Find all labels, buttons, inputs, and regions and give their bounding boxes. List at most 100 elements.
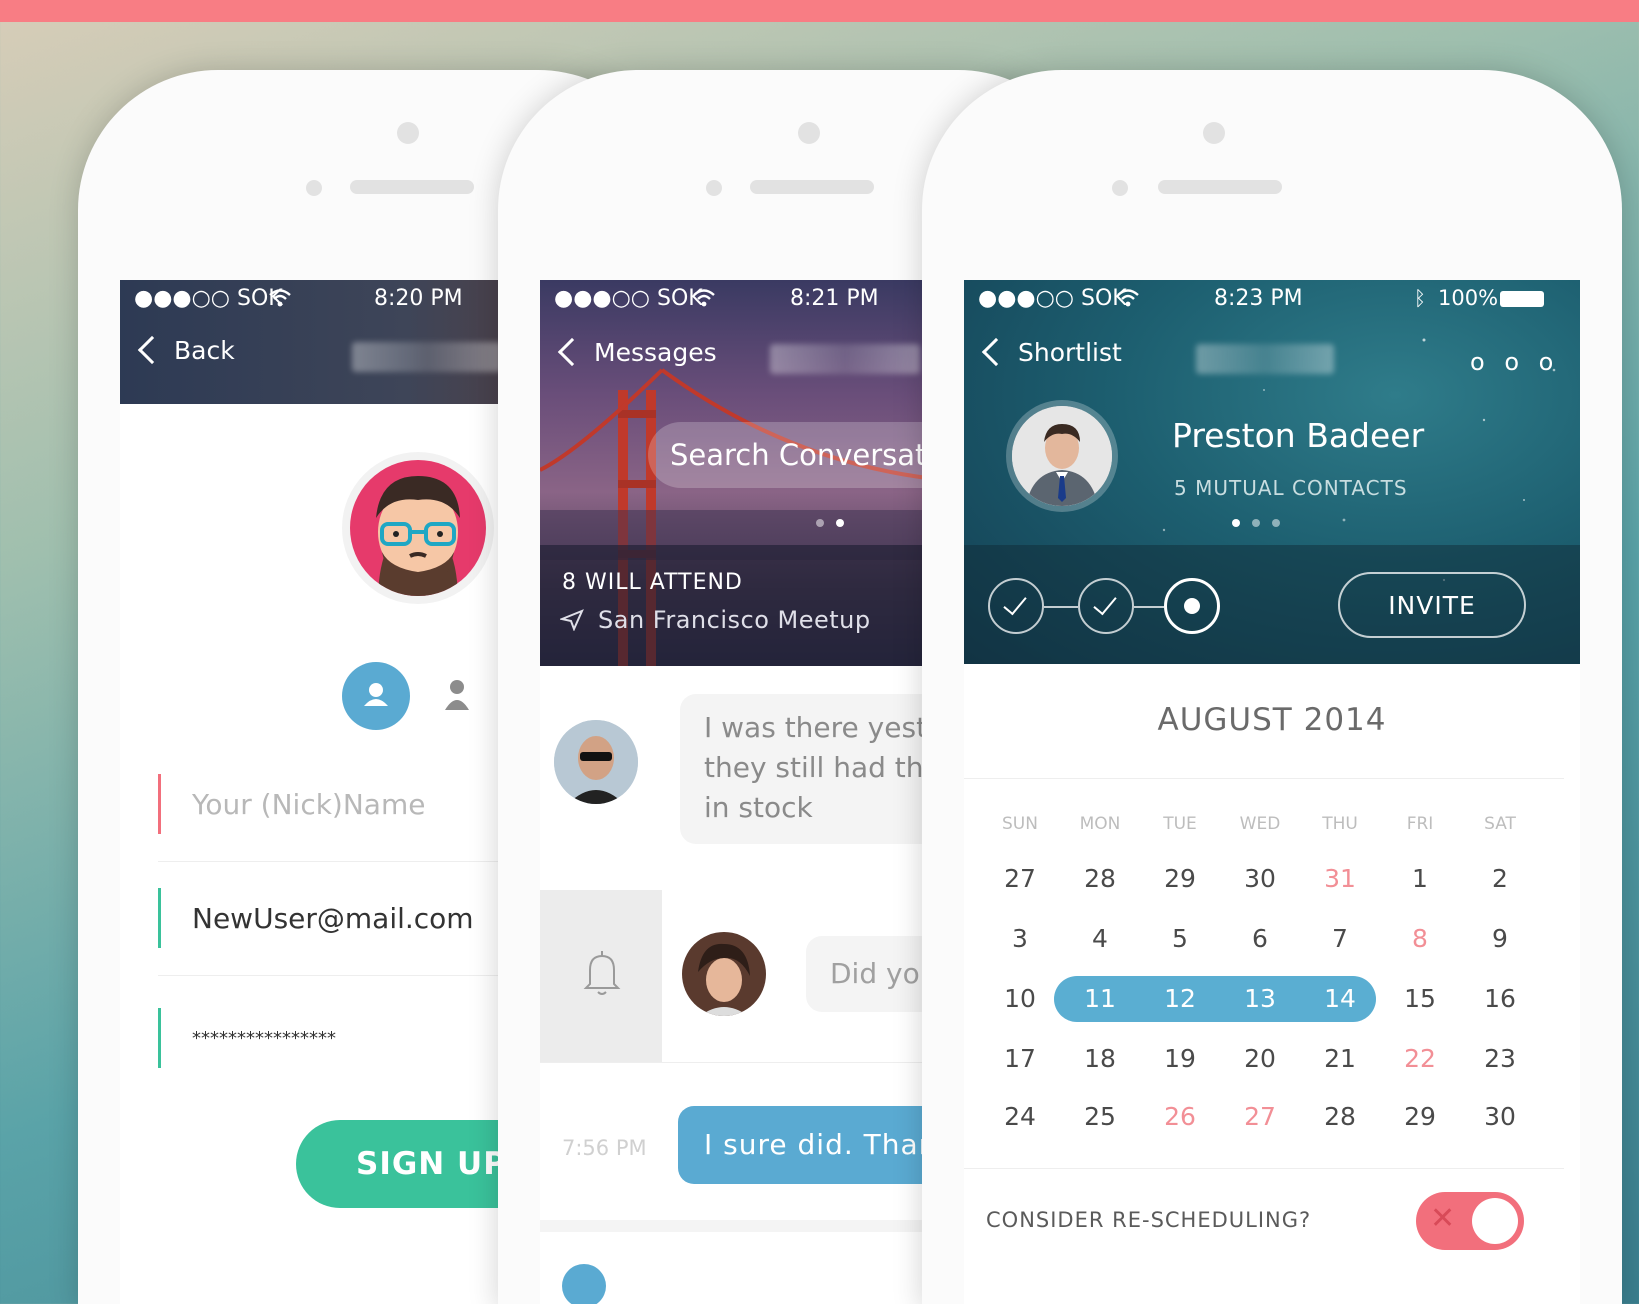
calendar-day[interactable]: 9 bbox=[1460, 924, 1540, 953]
calendar-day[interactable]: 23 bbox=[1460, 1044, 1540, 1073]
nav-title-blurred bbox=[1196, 344, 1334, 374]
wifi-icon bbox=[268, 288, 292, 314]
calendar-day[interactable]: 30 bbox=[1220, 864, 1300, 893]
calendar-day[interactable]: 13 bbox=[1220, 984, 1300, 1013]
status-time: 8:20 PM bbox=[374, 286, 463, 311]
calendar-day[interactable]: 4 bbox=[1060, 924, 1140, 953]
back-label: Shortlist bbox=[1018, 338, 1122, 367]
page-dot bbox=[1272, 519, 1280, 527]
reschedule-toggle[interactable]: ✕ bbox=[1416, 1192, 1524, 1250]
invite-screen: ●●●○○ SOK 8:23 PM ᛒ 100% Shortlist o o o bbox=[964, 280, 1580, 1304]
calendar-day[interactable]: 5 bbox=[1140, 924, 1220, 953]
bell-icon bbox=[583, 951, 621, 995]
calendar-day[interactable]: 16 bbox=[1460, 984, 1540, 1013]
sensor bbox=[1112, 180, 1128, 196]
calendar-day[interactable]: 29 bbox=[1380, 1102, 1460, 1131]
mutual-contacts[interactable]: 5 MUTUAL CONTACTS bbox=[1174, 476, 1408, 500]
divider bbox=[964, 1168, 1564, 1169]
avatar[interactable] bbox=[554, 720, 638, 804]
name-input[interactable]: Your (Nick)Name bbox=[192, 788, 425, 821]
calendar-day[interactable]: 7 bbox=[1300, 924, 1380, 953]
weekday-label: MON bbox=[1079, 814, 1121, 834]
page-dot bbox=[816, 519, 824, 527]
calendar-day[interactable]: 11 bbox=[1060, 984, 1140, 1013]
calendar-day[interactable]: 28 bbox=[1300, 1102, 1380, 1131]
back-button[interactable]: Back bbox=[137, 335, 235, 365]
signal-indicator: ●●●○○ SOK bbox=[134, 286, 283, 311]
avatar[interactable] bbox=[562, 1264, 606, 1304]
bluetooth-icon: ᛒ bbox=[1414, 286, 1426, 310]
signal-indicator: ●●●○○ SOK bbox=[554, 286, 703, 311]
weekday-label: SUN bbox=[1002, 814, 1038, 834]
calendar-day[interactable]: 24 bbox=[980, 1102, 1060, 1131]
calendar-day[interactable]: 26 bbox=[1140, 1102, 1220, 1131]
weekday-label: TUE bbox=[1163, 814, 1197, 834]
step-connector bbox=[1134, 606, 1164, 608]
field-indicator-red bbox=[158, 774, 161, 834]
calendar-day[interactable]: 14 bbox=[1300, 984, 1380, 1013]
field-indicator-green bbox=[158, 888, 161, 948]
profile-name: Preston Badeer bbox=[1172, 416, 1425, 455]
calendar-day[interactable]: 18 bbox=[1060, 1044, 1140, 1073]
calendar-day[interactable]: 28 bbox=[1060, 864, 1140, 893]
back-button[interactable]: Messages bbox=[557, 337, 717, 367]
battery-percent: 100% bbox=[1438, 286, 1499, 310]
calendar-day[interactable]: 25 bbox=[1060, 1102, 1140, 1131]
person-icon bbox=[445, 680, 469, 710]
status-bar: ●●●○○ SOK 8:23 PM ᛒ 100% bbox=[964, 280, 1580, 320]
attendance-count: 8 WILL ATTEND bbox=[562, 570, 743, 595]
avatar[interactable] bbox=[682, 932, 766, 1016]
calendar-day[interactable]: 31 bbox=[1300, 864, 1380, 893]
calendar-day[interactable]: 29 bbox=[1140, 864, 1220, 893]
step-1-complete[interactable] bbox=[988, 578, 1044, 634]
sensor bbox=[706, 180, 722, 196]
back-label: Back bbox=[174, 336, 235, 365]
calendar-day[interactable]: 30 bbox=[1460, 1102, 1540, 1131]
nav-title-blurred bbox=[352, 342, 502, 372]
page-dots bbox=[816, 512, 856, 531]
calendar-day[interactable]: 8 bbox=[1380, 924, 1460, 953]
notification-cell[interactable] bbox=[540, 890, 662, 1062]
user-icon bbox=[364, 683, 388, 706]
calendar-day[interactable]: 12 bbox=[1140, 984, 1220, 1013]
calendar-day[interactable]: 27 bbox=[1220, 1102, 1300, 1131]
calendar-day[interactable]: 3 bbox=[980, 924, 1060, 953]
calendar-day[interactable]: 22 bbox=[1380, 1044, 1460, 1073]
step-3-current[interactable] bbox=[1164, 578, 1220, 634]
email-input[interactable]: NewUser@mail.com bbox=[192, 902, 474, 935]
calendar-day[interactable]: 27 bbox=[980, 864, 1060, 893]
calendar-day[interactable]: 6 bbox=[1220, 924, 1300, 953]
back-button[interactable]: Shortlist bbox=[981, 337, 1122, 367]
status-time: 8:23 PM bbox=[1214, 286, 1303, 311]
man-sunglasses-photo bbox=[554, 720, 638, 804]
user-tab-active[interactable] bbox=[342, 662, 410, 730]
chevron-left-icon bbox=[981, 337, 1011, 367]
page-dot bbox=[1252, 519, 1260, 527]
front-camera bbox=[798, 122, 820, 144]
event-title-label: San Francisco Meetup bbox=[598, 606, 871, 634]
calendar-day[interactable]: 15 bbox=[1380, 984, 1460, 1013]
calendar-day[interactable]: 10 bbox=[980, 984, 1060, 1013]
step-2-complete[interactable] bbox=[1078, 578, 1134, 634]
nav-title-blurred bbox=[770, 344, 920, 374]
signal-indicator: ●●●○○ SOK bbox=[978, 286, 1127, 311]
password-input[interactable]: **************** bbox=[192, 1028, 336, 1049]
user-tab-inactive[interactable] bbox=[444, 678, 470, 710]
field-indicator-green bbox=[158, 1008, 161, 1068]
calendar-day[interactable]: 17 bbox=[980, 1044, 1060, 1073]
send-icon bbox=[558, 609, 584, 632]
invite-button[interactable]: INVITE bbox=[1338, 572, 1526, 638]
more-options-button[interactable]: o o o bbox=[1470, 348, 1559, 376]
battery-icon bbox=[1500, 291, 1544, 307]
avatar[interactable] bbox=[350, 460, 486, 596]
profile-photo[interactable] bbox=[1012, 406, 1112, 506]
status-time: 8:21 PM bbox=[790, 286, 879, 311]
check-icon bbox=[1093, 590, 1117, 616]
event-title[interactable]: San Francisco Meetup bbox=[558, 606, 871, 634]
calendar-day[interactable]: 21 bbox=[1300, 1044, 1380, 1073]
calendar-day[interactable]: 20 bbox=[1220, 1044, 1300, 1073]
illustrated-face-icon bbox=[376, 476, 460, 596]
calendar-day[interactable]: 19 bbox=[1140, 1044, 1220, 1073]
calendar-day[interactable]: 2 bbox=[1460, 864, 1540, 893]
calendar-day[interactable]: 1 bbox=[1380, 864, 1460, 893]
